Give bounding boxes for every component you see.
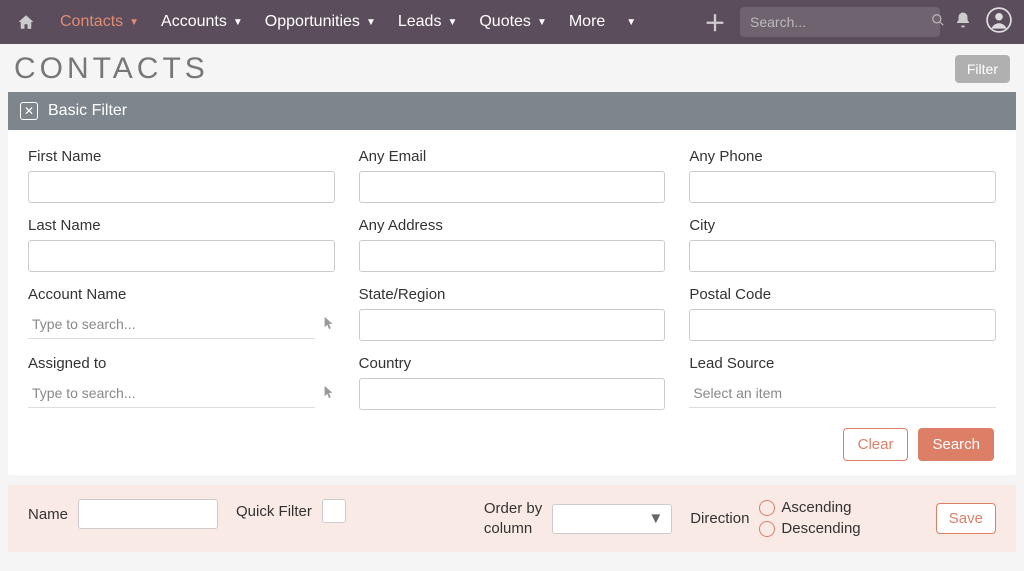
caret-down-icon: ▼ (648, 510, 663, 527)
field-last-name: Last Name (28, 217, 335, 272)
nav-quotes[interactable]: Quotes▼ (471, 0, 555, 44)
field-state-region: State/Region (359, 286, 666, 341)
direction-label: Direction (690, 510, 749, 527)
nav-more[interactable]: More ▼ (561, 0, 644, 44)
radio-icon (759, 500, 775, 516)
caret-down-icon: ▼ (233, 17, 243, 28)
nav-contacts[interactable]: Contacts▼ (52, 0, 147, 44)
name-label: Name (28, 506, 68, 523)
country-input[interactable] (359, 378, 666, 410)
save-button[interactable]: Save (936, 503, 996, 534)
any-email-input[interactable] (359, 171, 666, 203)
page-title: CONTACTS (14, 52, 209, 86)
caret-down-icon: ▼ (626, 17, 636, 28)
nav-leads[interactable]: Leads▼ (390, 0, 466, 44)
state-region-input[interactable] (359, 309, 666, 341)
caret-down-icon: ▼ (366, 17, 376, 28)
last-name-input[interactable] (28, 240, 335, 272)
direction-ascending-radio[interactable]: Ascending (759, 499, 860, 516)
assigned-to-input[interactable] (28, 378, 315, 408)
filter-panel: ✕ Basic Filter First Name Any Email Any … (8, 92, 1016, 475)
nav-tabs: Contacts▼ Accounts▼ Opportunities▼ Leads… (52, 0, 704, 44)
field-postal-code: Postal Code (689, 286, 996, 341)
field-lead-source: Lead Source Select an item (689, 355, 996, 410)
caret-down-icon: ▼ (129, 17, 139, 28)
account-name-input[interactable] (28, 309, 315, 339)
radio-icon (759, 521, 775, 537)
add-icon[interactable]: ＋ (704, 6, 726, 38)
field-any-address: Any Address (359, 217, 666, 272)
order-by-label: Order bycolumn (484, 499, 542, 538)
nav-opportunities[interactable]: Opportunities▼ (257, 0, 384, 44)
panel-title: Basic Filter (48, 102, 127, 120)
field-city: City (689, 217, 996, 272)
cursor-icon (323, 385, 335, 402)
user-avatar-icon[interactable] (986, 7, 1012, 38)
filter-toggle-button[interactable]: Filter (955, 55, 1010, 83)
save-filter-bar: Name Quick Filter Order bycolumn ▼ Direc… (8, 485, 1016, 552)
caret-down-icon: ▼ (447, 17, 457, 28)
cursor-icon (323, 316, 335, 333)
any-phone-input[interactable] (689, 171, 996, 203)
field-account-name: Account Name (28, 286, 335, 341)
field-assigned-to: Assigned to (28, 355, 335, 410)
search-button[interactable]: Search (918, 428, 994, 461)
order-by-select[interactable]: ▼ (552, 504, 672, 534)
any-address-input[interactable] (359, 240, 666, 272)
caret-down-icon: ▼ (537, 17, 547, 28)
quick-filter-label: Quick Filter (236, 503, 312, 520)
postal-code-input[interactable] (689, 309, 996, 341)
field-country: Country (359, 355, 666, 410)
filter-panel-header: ✕ Basic Filter (8, 92, 1016, 130)
search-input[interactable] (750, 14, 931, 30)
field-first-name: First Name (28, 148, 335, 203)
field-any-email: Any Email (359, 148, 666, 203)
lead-source-select[interactable]: Select an item (689, 378, 996, 408)
clear-button[interactable]: Clear (843, 428, 909, 461)
field-any-phone: Any Phone (689, 148, 996, 203)
notifications-icon[interactable] (954, 11, 972, 34)
filter-name-input[interactable] (78, 499, 218, 529)
nav-accounts[interactable]: Accounts▼ (153, 0, 251, 44)
quick-filter-checkbox[interactable] (322, 499, 346, 523)
search-icon[interactable] (931, 13, 945, 32)
page-header: CONTACTS Filter (0, 44, 1024, 92)
city-input[interactable] (689, 240, 996, 272)
first-name-input[interactable] (28, 171, 335, 203)
direction-descending-radio[interactable]: Descending (759, 520, 860, 537)
close-icon[interactable]: ✕ (20, 102, 38, 120)
global-search[interactable] (740, 7, 940, 37)
home-icon[interactable] (12, 13, 40, 31)
top-navbar: Contacts▼ Accounts▼ Opportunities▼ Leads… (0, 0, 1024, 44)
